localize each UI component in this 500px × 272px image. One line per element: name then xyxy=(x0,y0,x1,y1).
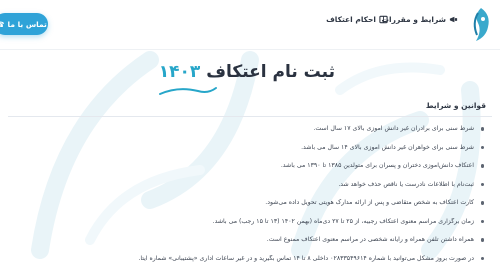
page-title: ثبت نام اعتکاف ۱۴۰۳ xyxy=(159,62,335,82)
terms-section-title: قوانین و شرایط xyxy=(425,101,486,110)
page-title-year: ۱۴۰۳ xyxy=(158,62,201,82)
megaphone-icon xyxy=(449,15,458,24)
bullet-icon xyxy=(480,182,484,186)
list-item-text: اعتکاف دانش‌آموزی دختران و پسران برای مت… xyxy=(280,162,474,169)
list-item-text: شرط سنی برای برادران غیر دانش آموزی بالا… xyxy=(313,125,474,132)
top-navbar: شرایط و مقررات احکام اعتکاف تماس با ما ☎ xyxy=(0,0,500,50)
list-item-text: ثبت‌نام با اطلاعات نادرست یا ناقص حذف خو… xyxy=(338,180,474,188)
bullet-icon xyxy=(480,145,484,149)
page: شرایط و مقررات احکام اعتکاف تماس با ما ☎… xyxy=(0,0,500,272)
contact-us-button[interactable]: تماس با ما ☎ xyxy=(0,13,48,35)
list-item: کارت اعتکاف به شخص متقاضی و پس از ارائه … xyxy=(16,199,486,218)
title-underline-swoosh xyxy=(159,87,217,95)
nav-ahkam-link[interactable]: احکام اعتکاف xyxy=(326,15,388,24)
list-item: همراه داشتن تلفن همراه و رایانه شخصی در … xyxy=(16,236,486,255)
list-item-text: زمان برگزاری مراسم معنوی اعتکاف رجبیه، ا… xyxy=(212,217,474,225)
terms-list: شرط سنی برای برادران غیر دانش آموزی بالا… xyxy=(16,125,486,272)
nav-terms-label: شرایط و مقررات xyxy=(381,15,446,24)
bullet-icon xyxy=(480,238,484,242)
nav-ahkam-label: احکام اعتکاف xyxy=(326,15,376,24)
bullet-icon xyxy=(480,219,484,223)
list-item: شرط سنی برای برادران غیر دانش آموزی بالا… xyxy=(16,125,486,144)
list-item: شرط سنی برای خواهران غیر دانش آموزی بالا… xyxy=(16,144,486,163)
contact-us-label: تماس با ما xyxy=(7,19,47,29)
list-item-text: کارت اعتکاف به شخص متقاضی و پس از ارائه … xyxy=(265,199,474,206)
book-icon xyxy=(379,15,388,24)
page-title-text: ثبت نام اعتکاف xyxy=(206,62,335,82)
bullet-icon xyxy=(480,164,484,168)
list-item: در صورت بروز مشکل می‌توانید با شماره ۰۲۸… xyxy=(16,255,486,272)
phone-icon: ☎ xyxy=(0,20,5,29)
list-item-text: شرط سنی برای خواهران غیر دانش آموزی بالا… xyxy=(301,143,474,151)
list-item: زمان برگزاری مراسم معنوی اعتکاف رجبیه، ا… xyxy=(16,218,486,237)
list-item-text: در صورت بروز مشکل می‌توانید با شماره ۰۲۸… xyxy=(138,254,474,262)
section-divider xyxy=(8,116,492,117)
bullet-icon xyxy=(480,256,484,260)
bullet-icon xyxy=(480,201,484,205)
site-logo[interactable] xyxy=(468,5,494,45)
list-item: اعتکاف دانش‌آموزی دختران و پسران برای مت… xyxy=(16,162,486,181)
nav-terms-link[interactable]: شرایط و مقررات xyxy=(382,15,458,24)
bullet-icon xyxy=(480,127,484,131)
list-item-text: همراه داشتن تلفن همراه و رایانه شخصی در … xyxy=(266,236,474,243)
list-item: ثبت‌نام با اطلاعات نادرست یا ناقص حذف خو… xyxy=(16,181,486,200)
hero-section: ثبت نام اعتکاف ۱۴۰۳ xyxy=(0,56,500,100)
